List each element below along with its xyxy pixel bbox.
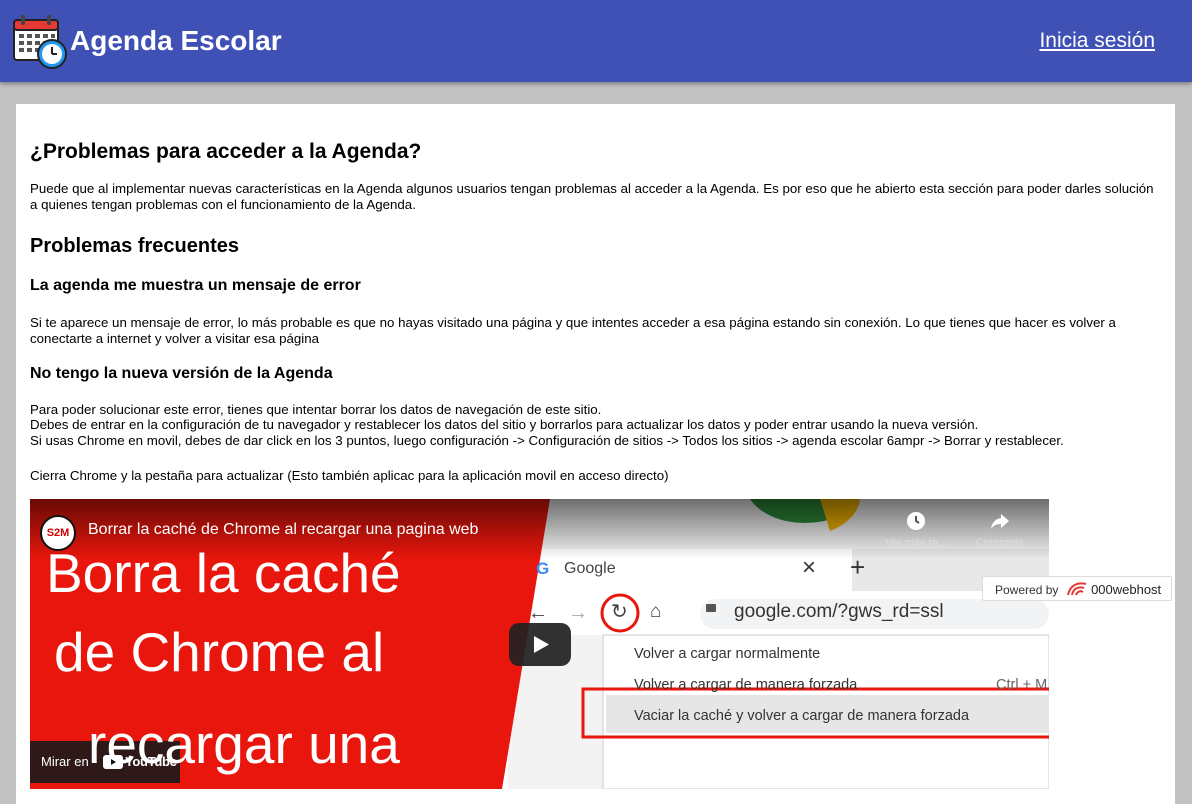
video-title[interactable]: Borrar la caché de Chrome al recargar un… [88,520,478,540]
watch-on-label: Mirar en [41,754,89,769]
brand-label: 000webhost [1091,582,1162,597]
new-tab-icon: + [850,552,866,582]
powered-by-label: Powered by [995,583,1059,597]
problem-title: No tengo la nueva versión de la Agenda [30,365,333,382]
content-card: ¿Problemas para acceder a la Agenda? Pue… [16,104,1175,804]
login-link[interactable]: Inicia sesión [1039,28,1155,54]
address-bar-url: google.com/?gws_rd=ssl [734,601,944,622]
forward-arrow-icon: → [568,602,588,624]
page-title: ¿Problemas para acceder a la Agenda? [30,140,422,163]
top-app-bar: Agenda Escolar Inicia sesión [0,0,1192,82]
google-g-icon: G [536,559,550,578]
powered-by-badge[interactable]: Powered by 000webhost [982,576,1172,601]
section-heading: Problemas frecuentes [30,235,239,257]
solution-line: Debes de entrar en la configuración de t… [30,417,979,432]
tab-close-icon: × [802,554,817,581]
app-title: Agenda Escolar [70,25,282,56]
calendar-clock-icon [13,15,67,69]
share-arrow-icon [991,514,1009,529]
thumbnail-text-line: de Chrome al [54,621,385,683]
000webhost-logo-icon [1066,582,1086,596]
watch-later-button[interactable]: Ver más ta... [876,511,956,550]
watch-later-label: Ver más ta... [885,537,947,549]
solution-line: Para poder solucionar este error, tienes… [30,402,602,417]
reload-icon: ↻ [611,601,628,623]
youtube-logo-icon [103,755,123,769]
channel-badge-text: S2M [46,527,70,539]
menu-item: Volver a cargar normalmente [634,646,821,662]
youtube-label: YouTube [125,754,177,769]
lock-icon [706,604,716,612]
share-label: Compartir [975,537,1025,549]
intro-paragraph: Puede que al implementar nuevas caracter… [30,181,1154,212]
problem-description: Si te aparece un mensaje de error, lo má… [30,315,1116,346]
thumbnail-text-line: Borra la caché [46,542,401,604]
share-button[interactable]: Compartir [960,511,1040,550]
play-triangle-icon [534,636,549,653]
youtube-embed[interactable]: S2M Borrar la caché de Chrome al recarga… [30,499,1049,789]
browser-tab-label: Google [564,560,616,577]
menu-item: Volver a cargar de manera forzada [634,677,858,693]
solution-line: Si usas Chrome en movil, debes de dar cl… [30,433,1064,448]
solution-line: Cierra Chrome y la pestaña para actualiz… [30,468,669,483]
clock-icon [907,512,925,530]
home-icon: ⌂ [650,601,662,622]
back-arrow-icon: ← [528,602,548,624]
menu-shortcut: Ctrl + M [996,677,1048,693]
problem-title: La agenda me muestra un mensaje de error [30,277,361,294]
menu-item-highlighted: Vaciar la caché y volver a cargar de man… [634,708,970,724]
watch-on-youtube-button[interactable]: Mirar en YouTube [30,741,180,783]
play-button[interactable] [509,623,571,666]
